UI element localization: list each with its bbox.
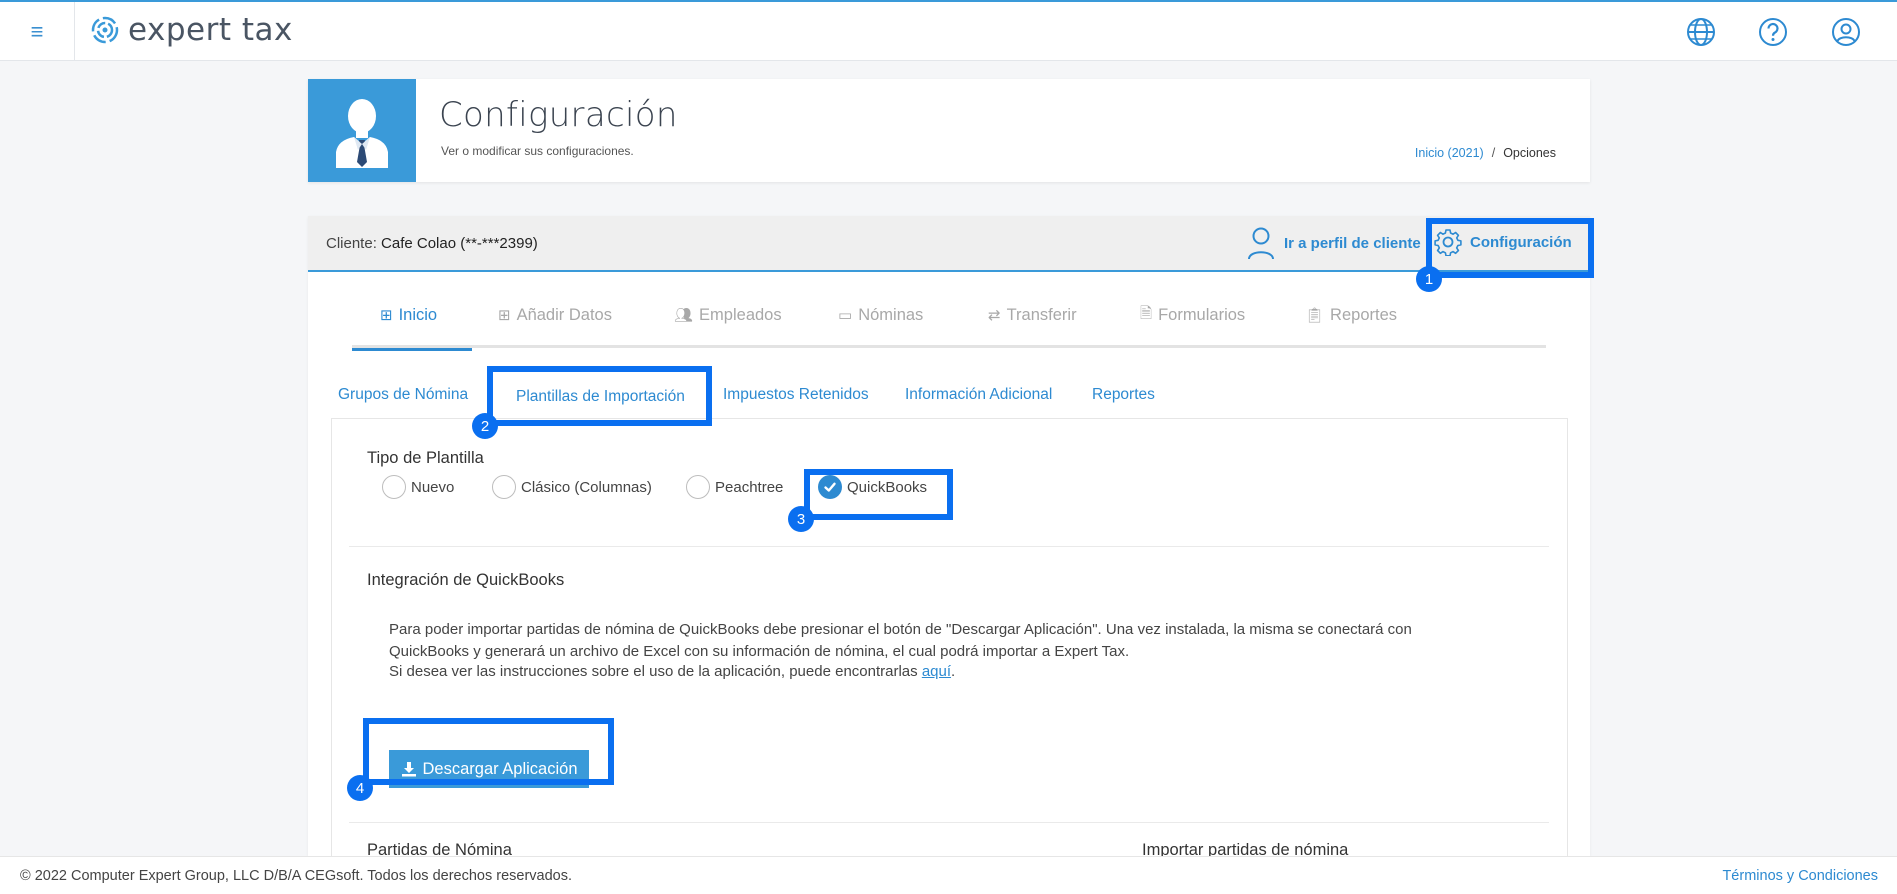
divider [349,822,1549,823]
download-icon [401,762,416,777]
radio-label: Clásico (Columnas) [521,478,652,496]
client-bar: Cliente: Cafe Colao (**-***2399) Ir a pe… [308,216,1590,272]
callout-badge-4: 4 [347,775,373,801]
subtab-impuestos-retenidos[interactable]: Impuestos Retenidos [723,386,869,404]
footer: © 2022 Computer Expert Group, LLC D/B/A … [0,856,1897,894]
radio-circle [686,475,710,499]
expert-tax-logo-icon [91,16,119,44]
client-profile-link[interactable]: Ir a perfil de cliente [1246,226,1421,260]
hamburger-menu-icon[interactable]: ≡ [0,2,75,61]
breadcrumb: Inicio (2021) / Opciones [1415,146,1556,160]
tab-label: Reportes [1330,305,1397,324]
radio-label: Peachtree [715,478,784,496]
breadcrumb-home-link[interactable]: Inicio (2021) [1415,146,1484,160]
main-card: Cliente: Cafe Colao (**-***2399) Ir a pe… [308,216,1590,859]
app-logo[interactable]: expert tax [90,12,293,48]
radio-circle [382,475,406,499]
divider [349,546,1549,547]
tab-inicio[interactable]: ⊞ Inicio [352,282,472,351]
client-label: Cliente: [326,235,377,252]
instructions-prefix: Si desea ver las instrucciones sobre el … [389,663,922,680]
table-icon: ⊞ [380,307,393,324]
client-name: Cafe Colao (**-***2399) [381,235,538,252]
client-info: Cliente: Cafe Colao (**-***2399) [326,235,538,252]
template-type-heading: Tipo de Plantilla [367,449,484,467]
plus-square-icon: ⊞ [498,307,511,324]
subtab-reportes[interactable]: Reportes [1092,386,1155,404]
radio-label: Nuevo [411,478,455,496]
download-app-label: Descargar Aplicación [422,759,578,778]
terms-link[interactable]: Términos y Condiciones [1722,868,1878,884]
user-circle-icon[interactable] [1830,16,1862,48]
integration-heading: Integración de QuickBooks [367,571,565,589]
radio-peachtree[interactable]: Peachtree [686,475,783,499]
file-icon: 🗎︎ [1140,304,1153,322]
integration-description: Para poder importar partidas de nómina d… [389,621,1412,660]
download-app-button[interactable]: Descargar Aplicación [389,750,589,788]
instructions-text: Si desea ver las instrucciones sobre el … [389,661,1459,683]
top-bar: ≡ expert tax [0,0,1897,61]
radio-label: QuickBooks [847,478,928,496]
tab-reportes[interactable]: 📋︎ Reportes [1305,282,1397,348]
users-icon: 👥︎ [674,307,694,324]
check-icon [818,475,842,499]
tab-anadir-datos[interactable]: ⊞ Añadir Datos [498,282,612,348]
tab-label: Añadir Datos [516,305,612,324]
breadcrumb-current: Opciones [1503,146,1556,160]
client-profile-label: Ir a perfil de cliente [1284,234,1421,252]
subtab-grupos-de-nomina[interactable]: Grupos de Nómina [338,386,468,404]
page-subtitle: Ver o modificar sus configuraciones. [441,144,634,158]
businessman-avatar-icon [336,98,388,168]
callout-badge-1: 1 [1416,266,1442,292]
instructions-suffix: . [951,663,956,680]
callout-badge-2: 2 [472,413,498,439]
callout-badge-3: 3 [788,506,814,532]
breadcrumb-separator: / [1491,146,1496,160]
globe-icon[interactable] [1685,16,1717,48]
client-settings-link[interactable]: Configuración [1434,228,1572,256]
radio-clasico-columnas[interactable]: Clásico (Columnas) [492,475,652,499]
import-templates-panel: Tipo de Plantilla Nuevo Clásico (Columna… [331,418,1568,859]
radio-quickbooks[interactable]: QuickBooks [818,475,927,499]
help-circle-icon[interactable] [1757,16,1789,48]
tab-formularios[interactable]: 🗎︎ Formularios [1140,282,1245,348]
tab-empleados[interactable]: 👥︎ Empleados [674,282,782,348]
money-bill-icon: ▭ [838,307,853,324]
copyright-text: © 2022 Computer Expert Group, LLC D/B/A … [20,868,573,884]
logo-text: expert tax [128,12,293,48]
radio-nuevo[interactable]: Nuevo [382,475,454,499]
main-tabs: ⊞ Inicio ⊞ Añadir Datos 👥︎ Empleados ▭ Nómin… [352,282,1546,351]
radio-circle [492,475,516,499]
subtab-informacion-adicional[interactable]: Información Adicional [905,386,1052,404]
page-title: Configuración [439,95,678,135]
tab-label: Empleados [699,305,782,324]
tab-label: Formularios [1158,305,1246,324]
avatar [308,79,416,182]
user-outline-icon [1248,227,1274,260]
client-settings-label: Configuración [1470,233,1572,251]
subtab-plantillas-de-importacion[interactable]: Plantillas de Importación [516,388,685,406]
tab-label: Nóminas [858,305,924,324]
clipboard-icon: 📋︎ [1305,307,1325,324]
tab-label: Transferir [1006,305,1077,324]
gear-icon [1434,229,1462,256]
tab-nominas[interactable]: ▭ Nóminas [838,282,923,348]
tab-transferir[interactable]: ⇄ Transferir [988,282,1077,348]
page-header: Configuración Ver o modificar sus config… [308,79,1590,182]
tab-label: Inicio [398,305,438,324]
instructions-link[interactable]: aquí [922,663,951,680]
exchange-icon: ⇄ [988,307,1001,324]
